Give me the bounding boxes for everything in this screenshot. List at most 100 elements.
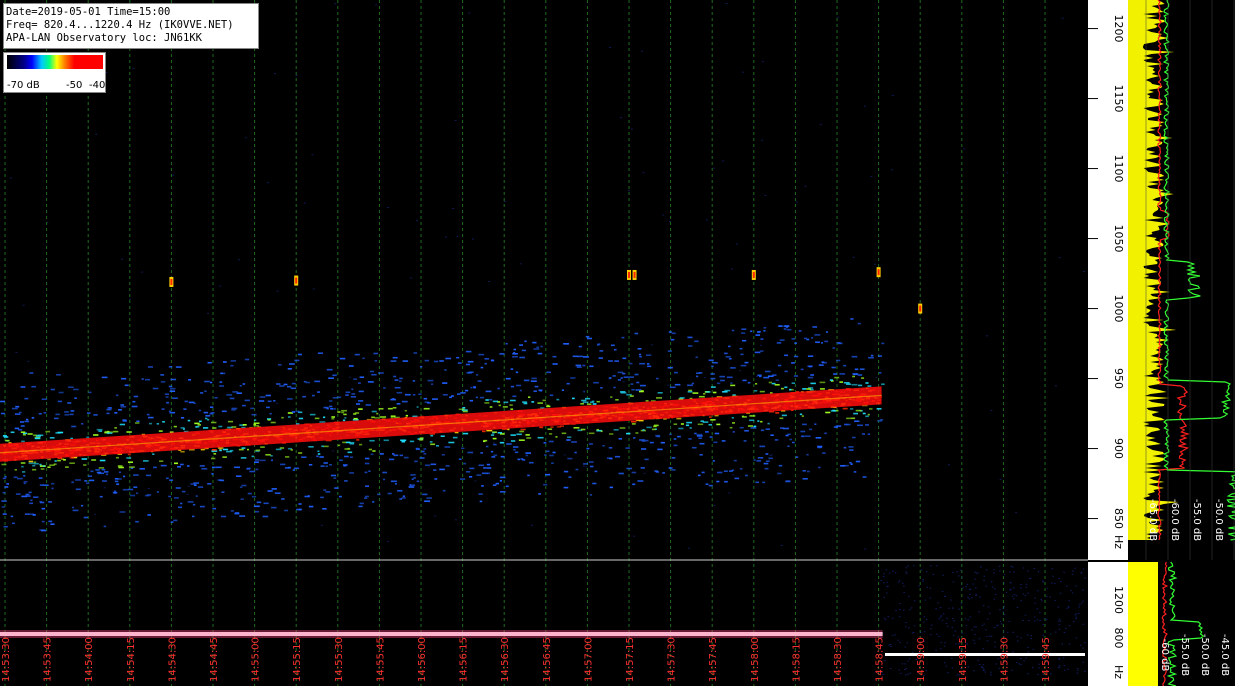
- noise-speck: [1057, 620, 1060, 622]
- carrier-speck: [851, 383, 858, 386]
- carrier-speck: [671, 457, 676, 459]
- noise-speck: [888, 572, 891, 574]
- time-tick-label: 14:58:15: [791, 637, 802, 682]
- noise-speck: [688, 547, 691, 549]
- noise-speck: [386, 207, 389, 208]
- carrier-speck: [1, 500, 7, 502]
- noise-speck: [935, 608, 937, 610]
- noise-speck: [1084, 670, 1086, 672]
- carrier-speck: [755, 481, 759, 484]
- carrier-speck: [692, 392, 699, 394]
- carrier-speck: [2, 513, 7, 515]
- noise-speck: [1003, 631, 1005, 633]
- noise-speck: [761, 61, 764, 63]
- carrier-speck: [777, 472, 782, 475]
- noise-speck: [1046, 619, 1048, 621]
- noise-speck: [312, 288, 315, 290]
- carrier-speck: [640, 390, 644, 392]
- carrier-speck: [469, 399, 473, 402]
- carrier-speck: [106, 412, 110, 415]
- noise-speck: [27, 360, 30, 362]
- carrier-speck: [168, 495, 172, 498]
- carrier-speck: [170, 521, 174, 523]
- noise-speck: [15, 351, 18, 353]
- carrier-speck: [757, 457, 764, 459]
- carrier-speck: [636, 381, 640, 384]
- carrier-speck: [513, 348, 516, 351]
- noise-speck: [1051, 568, 1054, 570]
- carrier-speck: [749, 415, 756, 417]
- carrier-speck: [588, 443, 593, 445]
- carrier-speck: [278, 364, 282, 366]
- carrier-speck: [478, 353, 485, 356]
- carrier-speck: [489, 398, 493, 401]
- carrier-speck: [410, 474, 416, 476]
- noise-speck: [1027, 634, 1029, 636]
- carrier-speck: [369, 439, 375, 442]
- carrier-speck: [855, 409, 862, 412]
- carrier-speck: [499, 480, 502, 482]
- carrier-speck: [445, 465, 450, 467]
- noise-speck: [1016, 636, 1019, 638]
- color-scale-legend: -70 dB -50 -40: [3, 52, 106, 93]
- carrier-speck: [247, 448, 249, 451]
- carrier-speck: [527, 474, 530, 477]
- carrier-speck: [345, 394, 349, 396]
- noise-speck: [892, 570, 894, 572]
- carrier-speck: [32, 468, 37, 471]
- noise-speck: [95, 133, 98, 135]
- carrier-speck: [379, 453, 384, 455]
- carrier-speck: [868, 356, 874, 359]
- noise-speck: [132, 67, 135, 69]
- carrier-speck: [180, 463, 184, 466]
- carrier-speck: [716, 382, 721, 385]
- carrier-speck: [121, 377, 127, 380]
- carrier-speck: [2, 477, 7, 480]
- carrier-speck: [144, 378, 150, 381]
- carrier-speck: [29, 502, 34, 505]
- carrier-speck: [377, 493, 381, 496]
- noise-speck: [1037, 590, 1039, 592]
- carrier-speck: [729, 470, 733, 472]
- carrier-speck: [799, 413, 803, 416]
- noise-speck: [975, 595, 977, 596]
- carrier-speck: [271, 459, 273, 462]
- carrier-speck: [156, 423, 160, 425]
- carrier-speck: [298, 417, 304, 420]
- carrier-speck: [843, 382, 850, 384]
- noise-speck: [907, 565, 909, 567]
- carrier-speck: [713, 391, 717, 394]
- carrier-speck: [500, 455, 505, 458]
- carrier-speck: [620, 392, 627, 394]
- carrier-speck: [353, 417, 358, 420]
- carrier-speck: [552, 363, 558, 365]
- carrier-speck: [219, 385, 224, 387]
- noise-speck: [909, 609, 911, 611]
- carrier-speck: [655, 377, 659, 380]
- carrier-speck: [739, 426, 744, 429]
- carrier-speck: [291, 411, 296, 413]
- carrier-speck: [585, 397, 591, 400]
- noise-speck: [964, 618, 967, 620]
- carrier-speck: [188, 401, 195, 404]
- carrier-speck: [631, 471, 637, 474]
- carrier-speck: [490, 450, 494, 453]
- noise-speck: [1082, 623, 1085, 625]
- noise-speck: [275, 402, 278, 404]
- carrier-speck: [583, 463, 588, 465]
- carrier-speck: [629, 395, 634, 397]
- carrier-speck: [789, 388, 792, 391]
- carrier-speck: [205, 415, 211, 417]
- carrier-speck: [13, 476, 18, 479]
- carrier-speck: [41, 520, 45, 523]
- carrier-speck: [118, 409, 122, 411]
- noise-speck: [1058, 628, 1061, 630]
- carrier-speck: [314, 417, 320, 420]
- carrier-speck: [57, 431, 64, 434]
- noise-speck: [1077, 669, 1079, 671]
- carrier-speck: [812, 326, 818, 328]
- carrier-speck: [821, 361, 825, 363]
- noise-speck: [974, 633, 976, 635]
- carrier-speck: [765, 453, 769, 455]
- carrier-speck: [444, 369, 447, 371]
